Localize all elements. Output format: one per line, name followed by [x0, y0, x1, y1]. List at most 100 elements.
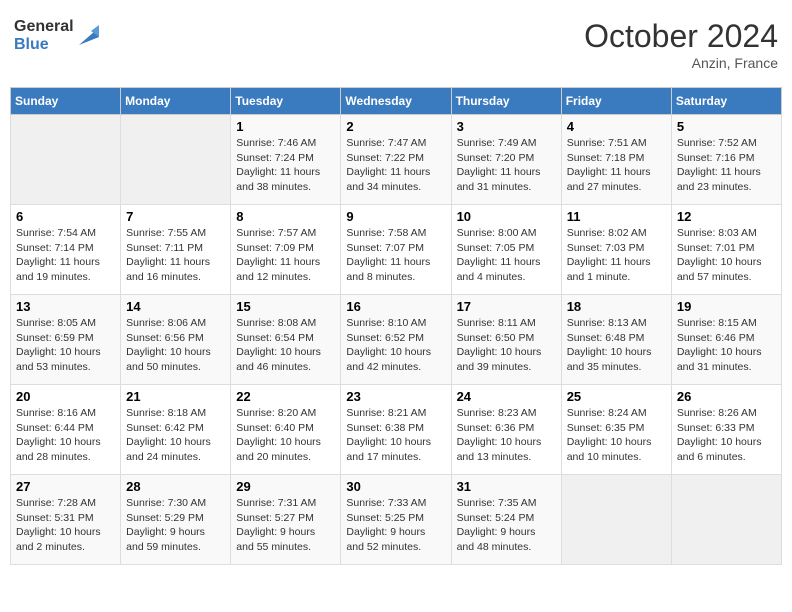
day-number: 13	[16, 299, 115, 314]
day-of-week-header: Wednesday	[341, 88, 451, 115]
day-number: 11	[567, 209, 666, 224]
calendar-table: SundayMondayTuesdayWednesdayThursdayFrid…	[10, 87, 782, 565]
calendar-day-cell: 25Sunrise: 8:24 AMSunset: 6:35 PMDayligh…	[561, 385, 671, 475]
logo-blue: Blue	[14, 36, 74, 54]
day-info: Sunrise: 7:47 AMSunset: 7:22 PMDaylight:…	[346, 136, 445, 195]
day-info: Sunrise: 8:00 AMSunset: 7:05 PMDaylight:…	[457, 226, 556, 285]
day-info: Sunrise: 8:10 AMSunset: 6:52 PMDaylight:…	[346, 316, 445, 375]
day-info: Sunrise: 7:57 AMSunset: 7:09 PMDaylight:…	[236, 226, 335, 285]
day-info: Sunrise: 8:02 AMSunset: 7:03 PMDaylight:…	[567, 226, 666, 285]
calendar-day-cell: 7 Sunrise: 7:55 AMSunset: 7:11 PMDaylight…	[121, 205, 231, 295]
day-number: 28	[126, 479, 225, 494]
calendar-day-cell	[671, 475, 781, 565]
day-number: 23	[346, 389, 445, 404]
day-info: Sunrise: 8:18 AMSunset: 6:42 PMDaylight:…	[126, 406, 225, 465]
calendar-day-cell	[561, 475, 671, 565]
day-number: 21	[126, 389, 225, 404]
calendar-day-cell: 15 Sunrise: 8:08 AMSunset: 6:54 PMDayligh…	[231, 295, 341, 385]
day-number: 22	[236, 389, 335, 404]
calendar-day-cell: 12 Sunrise: 8:03 AMSunset: 7:01 PMDayligh…	[671, 205, 781, 295]
calendar-day-cell: 29Sunrise: 7:31 AMSunset: 5:27 PMDayligh…	[231, 475, 341, 565]
day-info: Sunrise: 8:16 AMSunset: 6:44 PMDaylight:…	[16, 406, 115, 465]
day-number: 24	[457, 389, 556, 404]
day-number: 10	[457, 209, 556, 224]
day-number: 30	[346, 479, 445, 494]
day-number: 26	[677, 389, 776, 404]
day-info: Sunrise: 7:51 AMSunset: 7:18 PMDaylight:…	[567, 136, 666, 195]
day-info: Sunrise: 7:55 AMSunset: 7:11 PMDaylight:…	[126, 226, 225, 285]
day-info: Sunrise: 7:52 AMSunset: 7:16 PMDaylight:…	[677, 136, 776, 195]
day-of-week-header: Friday	[561, 88, 671, 115]
day-number: 14	[126, 299, 225, 314]
day-info: Sunrise: 7:46 AMSunset: 7:24 PMDaylight:…	[236, 136, 335, 195]
day-number: 25	[567, 389, 666, 404]
day-number: 20	[16, 389, 115, 404]
day-info: Sunrise: 7:54 AMSunset: 7:14 PMDaylight:…	[16, 226, 115, 285]
calendar-day-cell: 11 Sunrise: 8:02 AMSunset: 7:03 PMDayligh…	[561, 205, 671, 295]
day-info: Sunrise: 7:49 AMSunset: 7:20 PMDaylight:…	[457, 136, 556, 195]
day-info: Sunrise: 7:30 AMSunset: 5:29 PMDaylight:…	[126, 496, 225, 555]
calendar-day-cell: 4 Sunrise: 7:51 AMSunset: 7:18 PMDaylight…	[561, 115, 671, 205]
calendar-day-cell: 19 Sunrise: 8:15 AMSunset: 6:46 PMDayligh…	[671, 295, 781, 385]
day-number: 7	[126, 209, 225, 224]
calendar-day-cell: 10 Sunrise: 8:00 AMSunset: 7:05 PMDayligh…	[451, 205, 561, 295]
calendar-week-row: 27Sunrise: 7:28 AMSunset: 5:31 PMDayligh…	[11, 475, 782, 565]
calendar-day-cell: 31Sunrise: 7:35 AMSunset: 5:24 PMDayligh…	[451, 475, 561, 565]
calendar-week-row: 13 Sunrise: 8:05 AMSunset: 6:59 PMDayligh…	[11, 295, 782, 385]
day-number: 17	[457, 299, 556, 314]
calendar-day-cell: 2Sunrise: 7:47 AMSunset: 7:22 PMDaylight…	[341, 115, 451, 205]
day-info: Sunrise: 7:58 AMSunset: 7:07 PMDaylight:…	[346, 226, 445, 285]
day-info: Sunrise: 8:26 AMSunset: 6:33 PMDaylight:…	[677, 406, 776, 465]
calendar-day-cell: 1 Sunrise: 7:46 AMSunset: 7:24 PMDaylight…	[231, 115, 341, 205]
month-title: October 2024	[584, 18, 778, 55]
calendar-day-cell: 28 Sunrise: 7:30 AMSunset: 5:29 PMDayligh…	[121, 475, 231, 565]
day-info: Sunrise: 8:11 AMSunset: 6:50 PMDaylight:…	[457, 316, 556, 375]
logo-general: General	[14, 18, 74, 36]
day-info: Sunrise: 8:13 AMSunset: 6:48 PMDaylight:…	[567, 316, 666, 375]
calendar-day-cell: 6 Sunrise: 7:54 AMSunset: 7:14 PMDaylight…	[11, 205, 121, 295]
day-of-week-header: Saturday	[671, 88, 781, 115]
day-info: Sunrise: 8:08 AMSunset: 6:54 PMDaylight:…	[236, 316, 335, 375]
calendar-day-cell: 27Sunrise: 7:28 AMSunset: 5:31 PMDayligh…	[11, 475, 121, 565]
calendar-day-cell: 13 Sunrise: 8:05 AMSunset: 6:59 PMDayligh…	[11, 295, 121, 385]
calendar-day-cell: 30 Sunrise: 7:33 AMSunset: 5:25 PMDayligh…	[341, 475, 451, 565]
calendar-week-row: 1 Sunrise: 7:46 AMSunset: 7:24 PMDaylight…	[11, 115, 782, 205]
logo-icon	[77, 23, 99, 45]
day-info: Sunrise: 8:05 AMSunset: 6:59 PMDaylight:…	[16, 316, 115, 375]
calendar-day-cell: 23Sunrise: 8:21 AMSunset: 6:38 PMDayligh…	[341, 385, 451, 475]
calendar-day-cell: 17 Sunrise: 8:11 AMSunset: 6:50 PMDayligh…	[451, 295, 561, 385]
day-of-week-header: Sunday	[11, 88, 121, 115]
title-block: October 2024 Anzin, France	[584, 18, 778, 71]
calendar-day-cell: 3 Sunrise: 7:49 AMSunset: 7:20 PMDaylight…	[451, 115, 561, 205]
day-info: Sunrise: 8:06 AMSunset: 6:56 PMDaylight:…	[126, 316, 225, 375]
day-number: 29	[236, 479, 335, 494]
day-number: 27	[16, 479, 115, 494]
calendar-day-cell: 16 Sunrise: 8:10 AMSunset: 6:52 PMDayligh…	[341, 295, 451, 385]
calendar-day-cell: 8Sunrise: 7:57 AMSunset: 7:09 PMDaylight…	[231, 205, 341, 295]
day-number: 15	[236, 299, 335, 314]
day-number: 16	[346, 299, 445, 314]
day-of-week-header: Tuesday	[231, 88, 341, 115]
day-number: 6	[16, 209, 115, 224]
calendar-day-cell: 26 Sunrise: 8:26 AMSunset: 6:33 PMDayligh…	[671, 385, 781, 475]
day-info: Sunrise: 8:15 AMSunset: 6:46 PMDaylight:…	[677, 316, 776, 375]
page-header: General Blue October 2024 Anzin, France	[10, 10, 782, 79]
day-info: Sunrise: 8:03 AMSunset: 7:01 PMDaylight:…	[677, 226, 776, 285]
calendar-day-cell: 20 Sunrise: 8:16 AMSunset: 6:44 PMDayligh…	[11, 385, 121, 475]
calendar-week-row: 6 Sunrise: 7:54 AMSunset: 7:14 PMDaylight…	[11, 205, 782, 295]
calendar-day-cell	[121, 115, 231, 205]
calendar-week-row: 20 Sunrise: 8:16 AMSunset: 6:44 PMDayligh…	[11, 385, 782, 475]
day-number: 12	[677, 209, 776, 224]
day-info: Sunrise: 7:35 AMSunset: 5:24 PMDaylight:…	[457, 496, 556, 555]
day-number: 1	[236, 119, 335, 134]
day-number: 18	[567, 299, 666, 314]
day-number: 19	[677, 299, 776, 314]
calendar-day-cell: 14 Sunrise: 8:06 AMSunset: 6:56 PMDayligh…	[121, 295, 231, 385]
day-of-week-header: Monday	[121, 88, 231, 115]
day-info: Sunrise: 7:33 AMSunset: 5:25 PMDaylight:…	[346, 496, 445, 555]
calendar-day-cell: 22Sunrise: 8:20 AMSunset: 6:40 PMDayligh…	[231, 385, 341, 475]
day-number: 4	[567, 119, 666, 134]
calendar-day-cell	[11, 115, 121, 205]
day-of-week-header: Thursday	[451, 88, 561, 115]
day-number: 3	[457, 119, 556, 134]
